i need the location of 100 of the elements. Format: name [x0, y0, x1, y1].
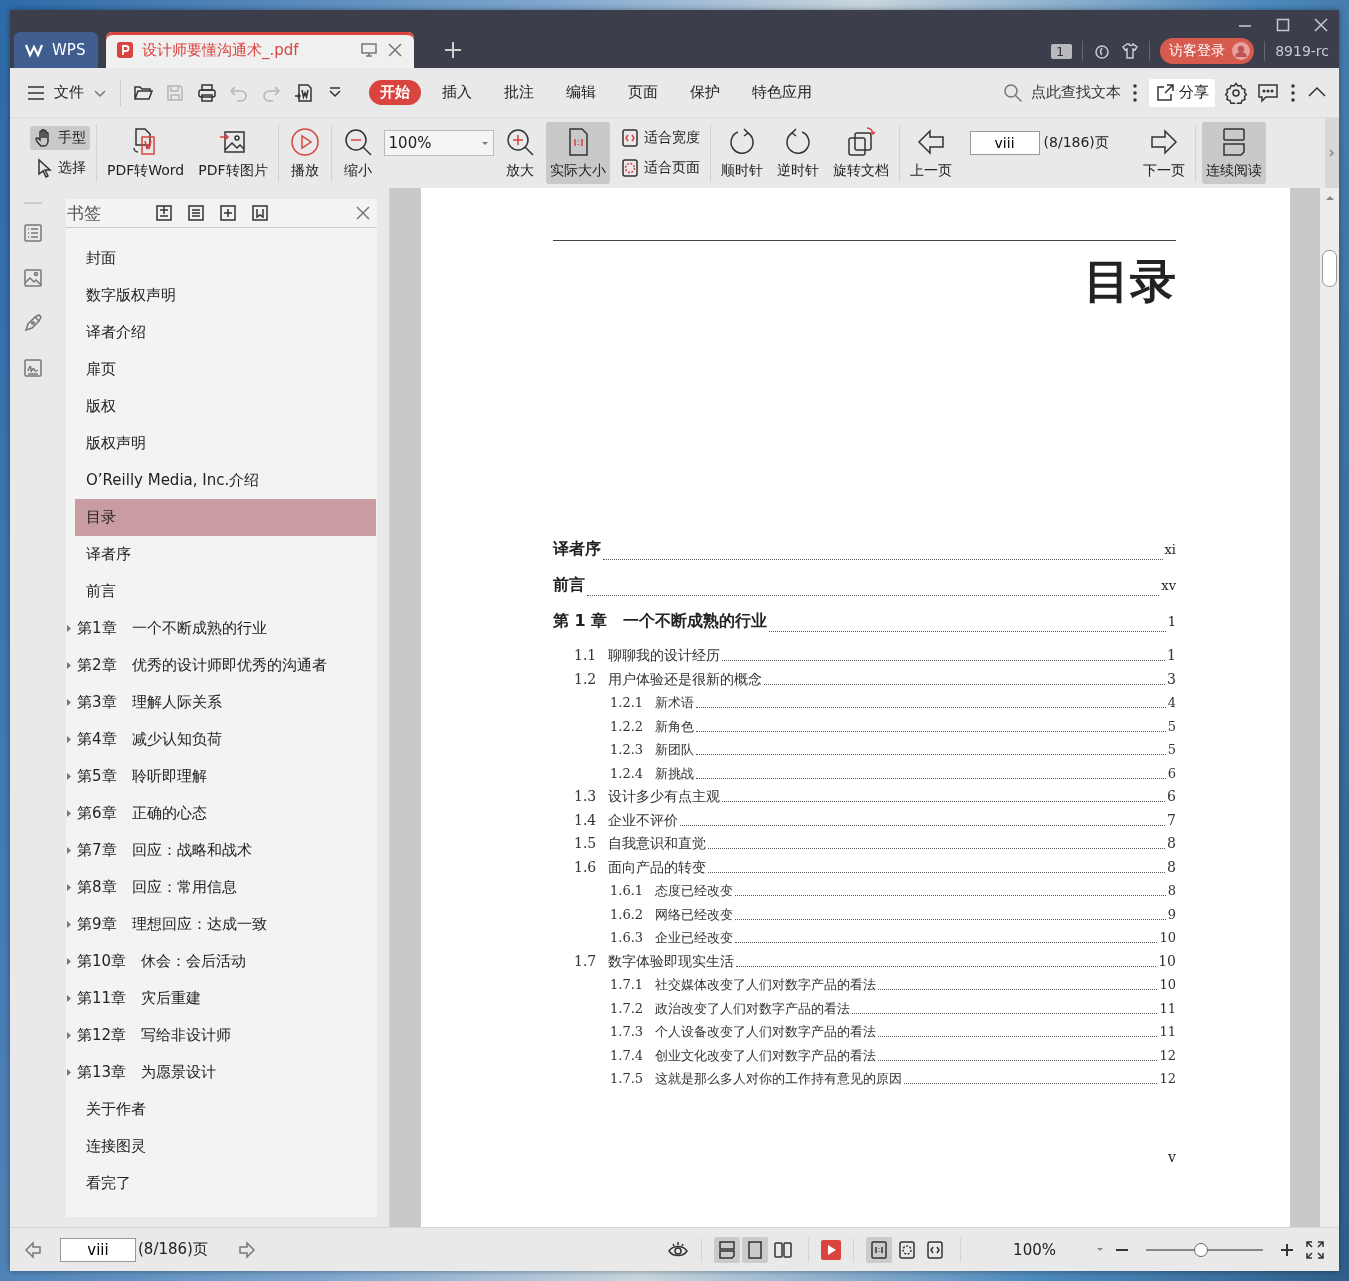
menu-tab[interactable]: 开始 — [369, 80, 421, 105]
expand-arrow-icon[interactable] — [67, 958, 71, 965]
page-number-field[interactable]: viii — [60, 1237, 136, 1262]
expand-arrow-icon[interactable] — [67, 699, 71, 706]
previous-page-icon[interactable] — [24, 1240, 42, 1259]
close-icon[interactable] — [355, 205, 371, 221]
toolbar-button[interactable]: 实际大小 — [545, 122, 610, 184]
bookmark-item[interactable]: 第1章 一个不断成熟的行业 — [75, 610, 376, 647]
share-button[interactable]: 分享 — [1149, 78, 1215, 107]
collapse-all-icon[interactable] — [187, 204, 205, 222]
pen-icon[interactable] — [22, 313, 43, 333]
toolbar-button[interactable]: 选择 — [30, 156, 90, 180]
maximize-icon[interactable] — [1275, 17, 1291, 33]
document-export-icon[interactable] — [293, 82, 313, 103]
user-name[interactable]: 8919-rc — [1275, 43, 1329, 59]
bookmark-item[interactable]: 第9章 理想回应：达成一致 — [75, 906, 376, 943]
bookmark-item[interactable]: O’Reilly Media, Inc.介绍 — [75, 462, 376, 499]
close-icon[interactable] — [386, 41, 404, 59]
bookmark-item[interactable]: 第6章 正确的心态 — [75, 795, 376, 832]
view-mode-button[interactable] — [866, 1236, 893, 1263]
toolbar-button[interactable]: PDF转图片 — [194, 122, 272, 184]
expand-arrow-icon[interactable] — [67, 662, 71, 669]
menu-tab[interactable]: 页面 — [617, 80, 669, 105]
toolbar-button[interactable]: PDF转Word — [103, 122, 189, 184]
new-tab-icon[interactable] — [444, 41, 462, 59]
view-mode-button[interactable] — [714, 1236, 741, 1263]
menu-tab[interactable]: 编辑 — [555, 80, 607, 105]
slideshow-icon[interactable] — [821, 1239, 842, 1260]
menu-tab[interactable]: 保护 — [679, 80, 731, 105]
bookmark-item[interactable]: 第3章 理解人际关系 — [75, 684, 376, 721]
zoom-dropdown[interactable]: 100% — [1013, 1240, 1104, 1259]
toolbar-button[interactable]: 缩小 — [337, 122, 378, 184]
bookmark-item[interactable]: 目录 — [75, 499, 376, 536]
bookmark-item[interactable]: 第12章 写给非设计师 — [75, 1017, 376, 1054]
bookmark-item[interactable]: 译者序 — [75, 536, 376, 573]
zoom-in-icon[interactable] — [1279, 1241, 1295, 1258]
bookmark-item[interactable]: 第11章 灾后重建 — [75, 980, 376, 1017]
bookmark-item[interactable]: 第5章 聆听即理解 — [75, 758, 376, 795]
bookmark-item[interactable]: 版权 — [75, 388, 376, 425]
bookmark-item[interactable]: 第10章 休会：会后活动 — [75, 943, 376, 980]
bookmark-item[interactable]: 第7章 回应：战略和战术 — [75, 832, 376, 869]
bookmark-item[interactable]: 数字版权声明 — [75, 277, 376, 314]
menu-tab[interactable]: 插入 — [431, 80, 483, 105]
expand-arrow-icon[interactable] — [67, 1032, 71, 1039]
expand-arrow-icon[interactable] — [67, 625, 71, 632]
close-icon[interactable] — [1313, 17, 1329, 33]
bookmark-item[interactable]: 第4章 减少认知负荷 — [75, 721, 376, 758]
toolbar-button[interactable]: 适合宽度 — [615, 126, 704, 150]
toolbar-button[interactable]: 播放 — [284, 122, 325, 184]
toolbar-button[interactable]: 连续阅读 — [1201, 122, 1266, 184]
bookmark-item[interactable]: 封面 — [75, 240, 376, 277]
expand-arrow-icon[interactable] — [67, 773, 71, 780]
toolbar-button[interactable]: 旋转文档 — [828, 122, 893, 184]
bookmark-item[interactable]: 连接图灵 — [75, 1128, 376, 1165]
bookmark-list-icon[interactable] — [22, 223, 43, 243]
bookmark-item[interactable]: 版权声明 — [75, 425, 376, 462]
bookmark-item[interactable]: 前言 — [75, 573, 376, 610]
expand-arrow-icon[interactable] — [67, 736, 71, 743]
document-tab[interactable]: 设计师要懂沟通术_.pdf — [106, 32, 414, 68]
expand-arrow-icon[interactable] — [67, 810, 71, 817]
view-mode-button[interactable] — [742, 1236, 769, 1263]
toolbar-button[interactable]: 顺时针 — [716, 122, 767, 184]
fullscreen-icon[interactable] — [1305, 1239, 1325, 1260]
page-count-badge[interactable]: 1 — [1050, 43, 1073, 59]
monitor-icon[interactable] — [360, 41, 378, 59]
next-page-icon[interactable] — [237, 1240, 256, 1259]
file-menu-button[interactable]: 文件 — [26, 82, 108, 103]
bookmark-item[interactable]: 译者介绍 — [75, 314, 376, 351]
printer-icon[interactable] — [197, 82, 217, 103]
toolbar-button[interactable]: 手型 — [30, 126, 90, 150]
expand-all-icon[interactable] — [155, 204, 173, 222]
zoom-dropdown[interactable]: 100% — [383, 130, 494, 156]
settings-icon[interactable] — [1225, 81, 1247, 104]
bookmark-item[interactable]: 第13章 为愿景设计 — [75, 1054, 376, 1091]
toolbar-button[interactable]: 放大 — [499, 122, 540, 184]
toolbar-button[interactable]: 下一页 — [1138, 122, 1189, 184]
bookmark-item[interactable]: 第8章 回应：常用信息 — [75, 869, 376, 906]
scrollbar[interactable] — [1320, 188, 1339, 1227]
menu-tab[interactable]: 特色应用 — [741, 80, 823, 105]
bookmark-item[interactable]: 看完了 — [75, 1165, 376, 1202]
expand-arrow-icon[interactable] — [67, 1069, 71, 1076]
expand-arrow-icon[interactable] — [67, 995, 71, 1002]
home-tab[interactable]: WPS — [14, 32, 98, 68]
expand-arrow-icon[interactable] — [67, 847, 71, 854]
menu-tab[interactable]: 批注 — [493, 80, 545, 105]
toolbar-button[interactable]: 上一页 — [905, 122, 956, 184]
image-icon[interactable] — [22, 268, 43, 288]
login-button[interactable]: 访客登录 — [1160, 38, 1255, 64]
bookmark-item[interactable]: 关于作者 — [75, 1091, 376, 1128]
add-bookmark-icon[interactable] — [219, 204, 237, 222]
bookmark-item[interactable]: 扉页 — [75, 351, 376, 388]
search-button[interactable]: 点此查找文本 — [1003, 82, 1121, 103]
bookmark-item[interactable]: 第2章 优秀的设计师即优秀的沟通者 — [75, 647, 376, 684]
expand-arrow-icon[interactable] — [67, 884, 71, 891]
signature-icon[interactable] — [22, 358, 43, 378]
page-number-field[interactable]: viii — [969, 131, 1040, 155]
expand-arrow-icon[interactable] — [67, 921, 71, 928]
bookmark-icon[interactable] — [251, 204, 269, 222]
more-vertical-icon[interactable] — [1131, 82, 1139, 103]
toolbar-button[interactable]: 逆时针 — [772, 122, 823, 184]
